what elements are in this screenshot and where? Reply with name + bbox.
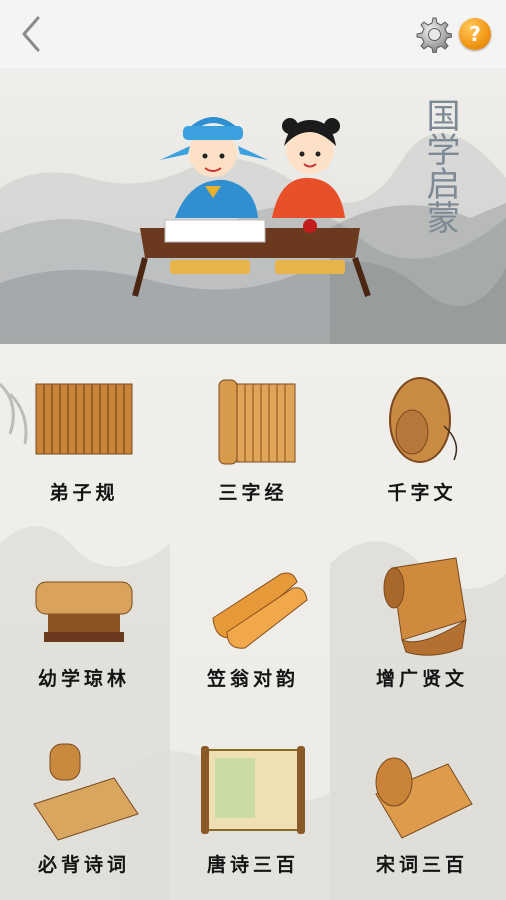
book-tile-sanzijing[interactable]: 三字经 <box>169 344 337 524</box>
help-button[interactable]: ? <box>459 18 491 50</box>
book-label: 唐诗三百 <box>206 854 299 876</box>
book-tile-zengguangxianwen[interactable]: 增广贤文 <box>338 530 506 710</box>
book-tile-bibeishici[interactable]: 必背诗词 <box>0 716 168 896</box>
book-tile-tangshisanbai[interactable]: 唐诗三百 <box>169 716 337 896</box>
bamboo-scroll-image <box>35 581 133 642</box>
book-label: 必背诗词 <box>37 854 130 876</box>
banner: 国学启蒙 <box>0 68 506 344</box>
book-label: 宋词三百 <box>375 854 468 876</box>
bamboo-scroll-image <box>218 379 296 465</box>
bamboo-scroll-image <box>33 743 139 841</box>
book-tile-dizigui[interactable]: 弟子规 <box>0 344 168 524</box>
book-label: 弟子规 <box>49 482 119 504</box>
chevron-left-icon <box>22 16 40 52</box>
banner-vertical-title: 国学启蒙 <box>420 98 460 234</box>
book-tile-songcisanbai[interactable]: 宋词三百 <box>338 716 506 896</box>
bamboo-scroll-image <box>212 572 308 649</box>
book-tile-youxueqionglin[interactable]: 幼学琼林 <box>0 530 168 710</box>
bamboo-scroll-image <box>375 757 473 839</box>
back-button[interactable] <box>14 14 50 54</box>
bamboo-scroll-image <box>35 383 133 455</box>
book-label: 幼学琼林 <box>37 668 130 690</box>
book-tile-qianziwen[interactable]: 千字文 <box>338 344 506 524</box>
hanging-scroll-image <box>201 746 305 834</box>
book-tile-liwengduiyun[interactable]: 笠翁对韵 <box>169 530 337 710</box>
settings-button[interactable] <box>414 15 453 54</box>
book-grid: 弟子规 三字经 千字文 幼学琼林 笠翁对韵 增广贤文 必背诗词 唐诗三百 宋词三… <box>0 344 506 900</box>
bamboo-scroll-image <box>383 557 467 656</box>
book-label: 增广贤文 <box>375 668 468 690</box>
book-label: 笠翁对韵 <box>206 668 299 690</box>
bamboo-scroll-image <box>389 377 458 463</box>
book-label: 三字经 <box>218 482 288 504</box>
top-bar: ? <box>0 0 506 68</box>
book-label: 千字文 <box>387 482 457 504</box>
gear-icon <box>416 17 453 54</box>
